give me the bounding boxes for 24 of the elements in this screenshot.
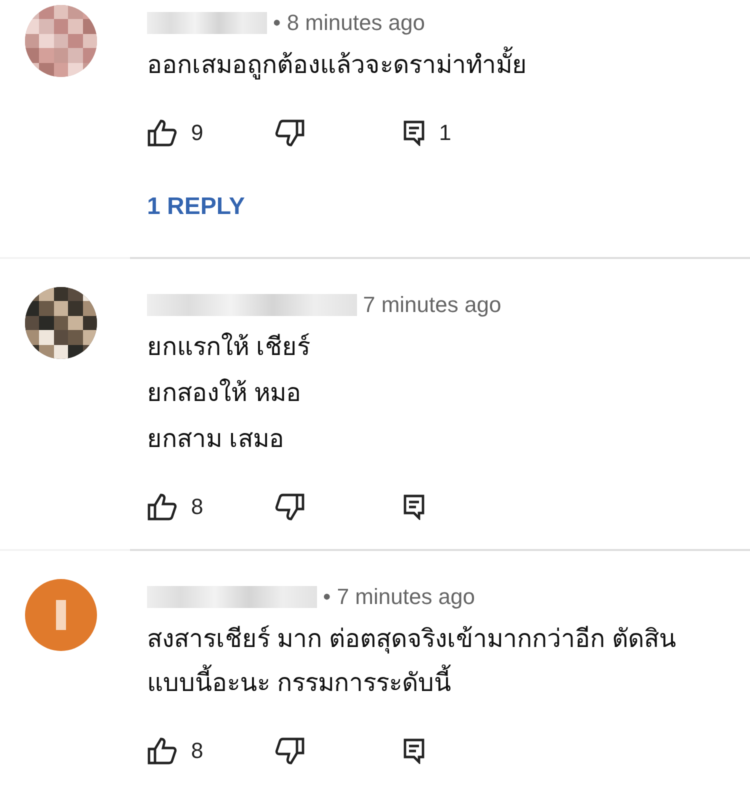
- comment-text: สงสารเชียร์ มาก ต่อตสุดจริงเข้ามากกว่าอีก ตัดสิน แบบนี้อะนะ กรรมการระดับนี้: [147, 624, 677, 699]
- comment-text: ยกแรกให้ เชียร์: [147, 332, 311, 363]
- like-count: 8: [191, 494, 204, 520]
- thumbs-up-icon[interactable]: [147, 119, 177, 147]
- thumbs-up-icon[interactable]: [147, 493, 177, 521]
- reply-count: 1: [439, 120, 452, 146]
- thumbs-down-icon[interactable]: [275, 737, 305, 765]
- comment-text: ออกเสมอถูกต้องแล้วจะดราม่าทำมั้ย: [147, 43, 730, 87]
- thumbs-up-icon[interactable]: [147, 737, 177, 765]
- like-count: 8: [191, 738, 204, 764]
- comment-icon[interactable]: [403, 120, 425, 146]
- thumbs-down-icon[interactable]: [275, 119, 305, 147]
- comment-icon[interactable]: [403, 738, 425, 764]
- comment-text: ยกสาม เสมอ: [147, 424, 285, 455]
- replies-link[interactable]: 1 REPLY: [147, 193, 245, 221]
- comment-text: ยกสองให้ หมอ: [147, 378, 302, 409]
- like-count: 9: [191, 120, 204, 146]
- thumbs-down-icon[interactable]: [275, 493, 305, 521]
- comment-icon[interactable]: [403, 494, 425, 520]
- initial-icon: [56, 600, 66, 630]
- comment-time: 7 minutes ago: [363, 292, 502, 318]
- avatar[interactable]: [25, 287, 97, 359]
- comment-time: • 8 minutes ago: [273, 10, 426, 36]
- comment-time: • 7 minutes ago: [323, 584, 476, 610]
